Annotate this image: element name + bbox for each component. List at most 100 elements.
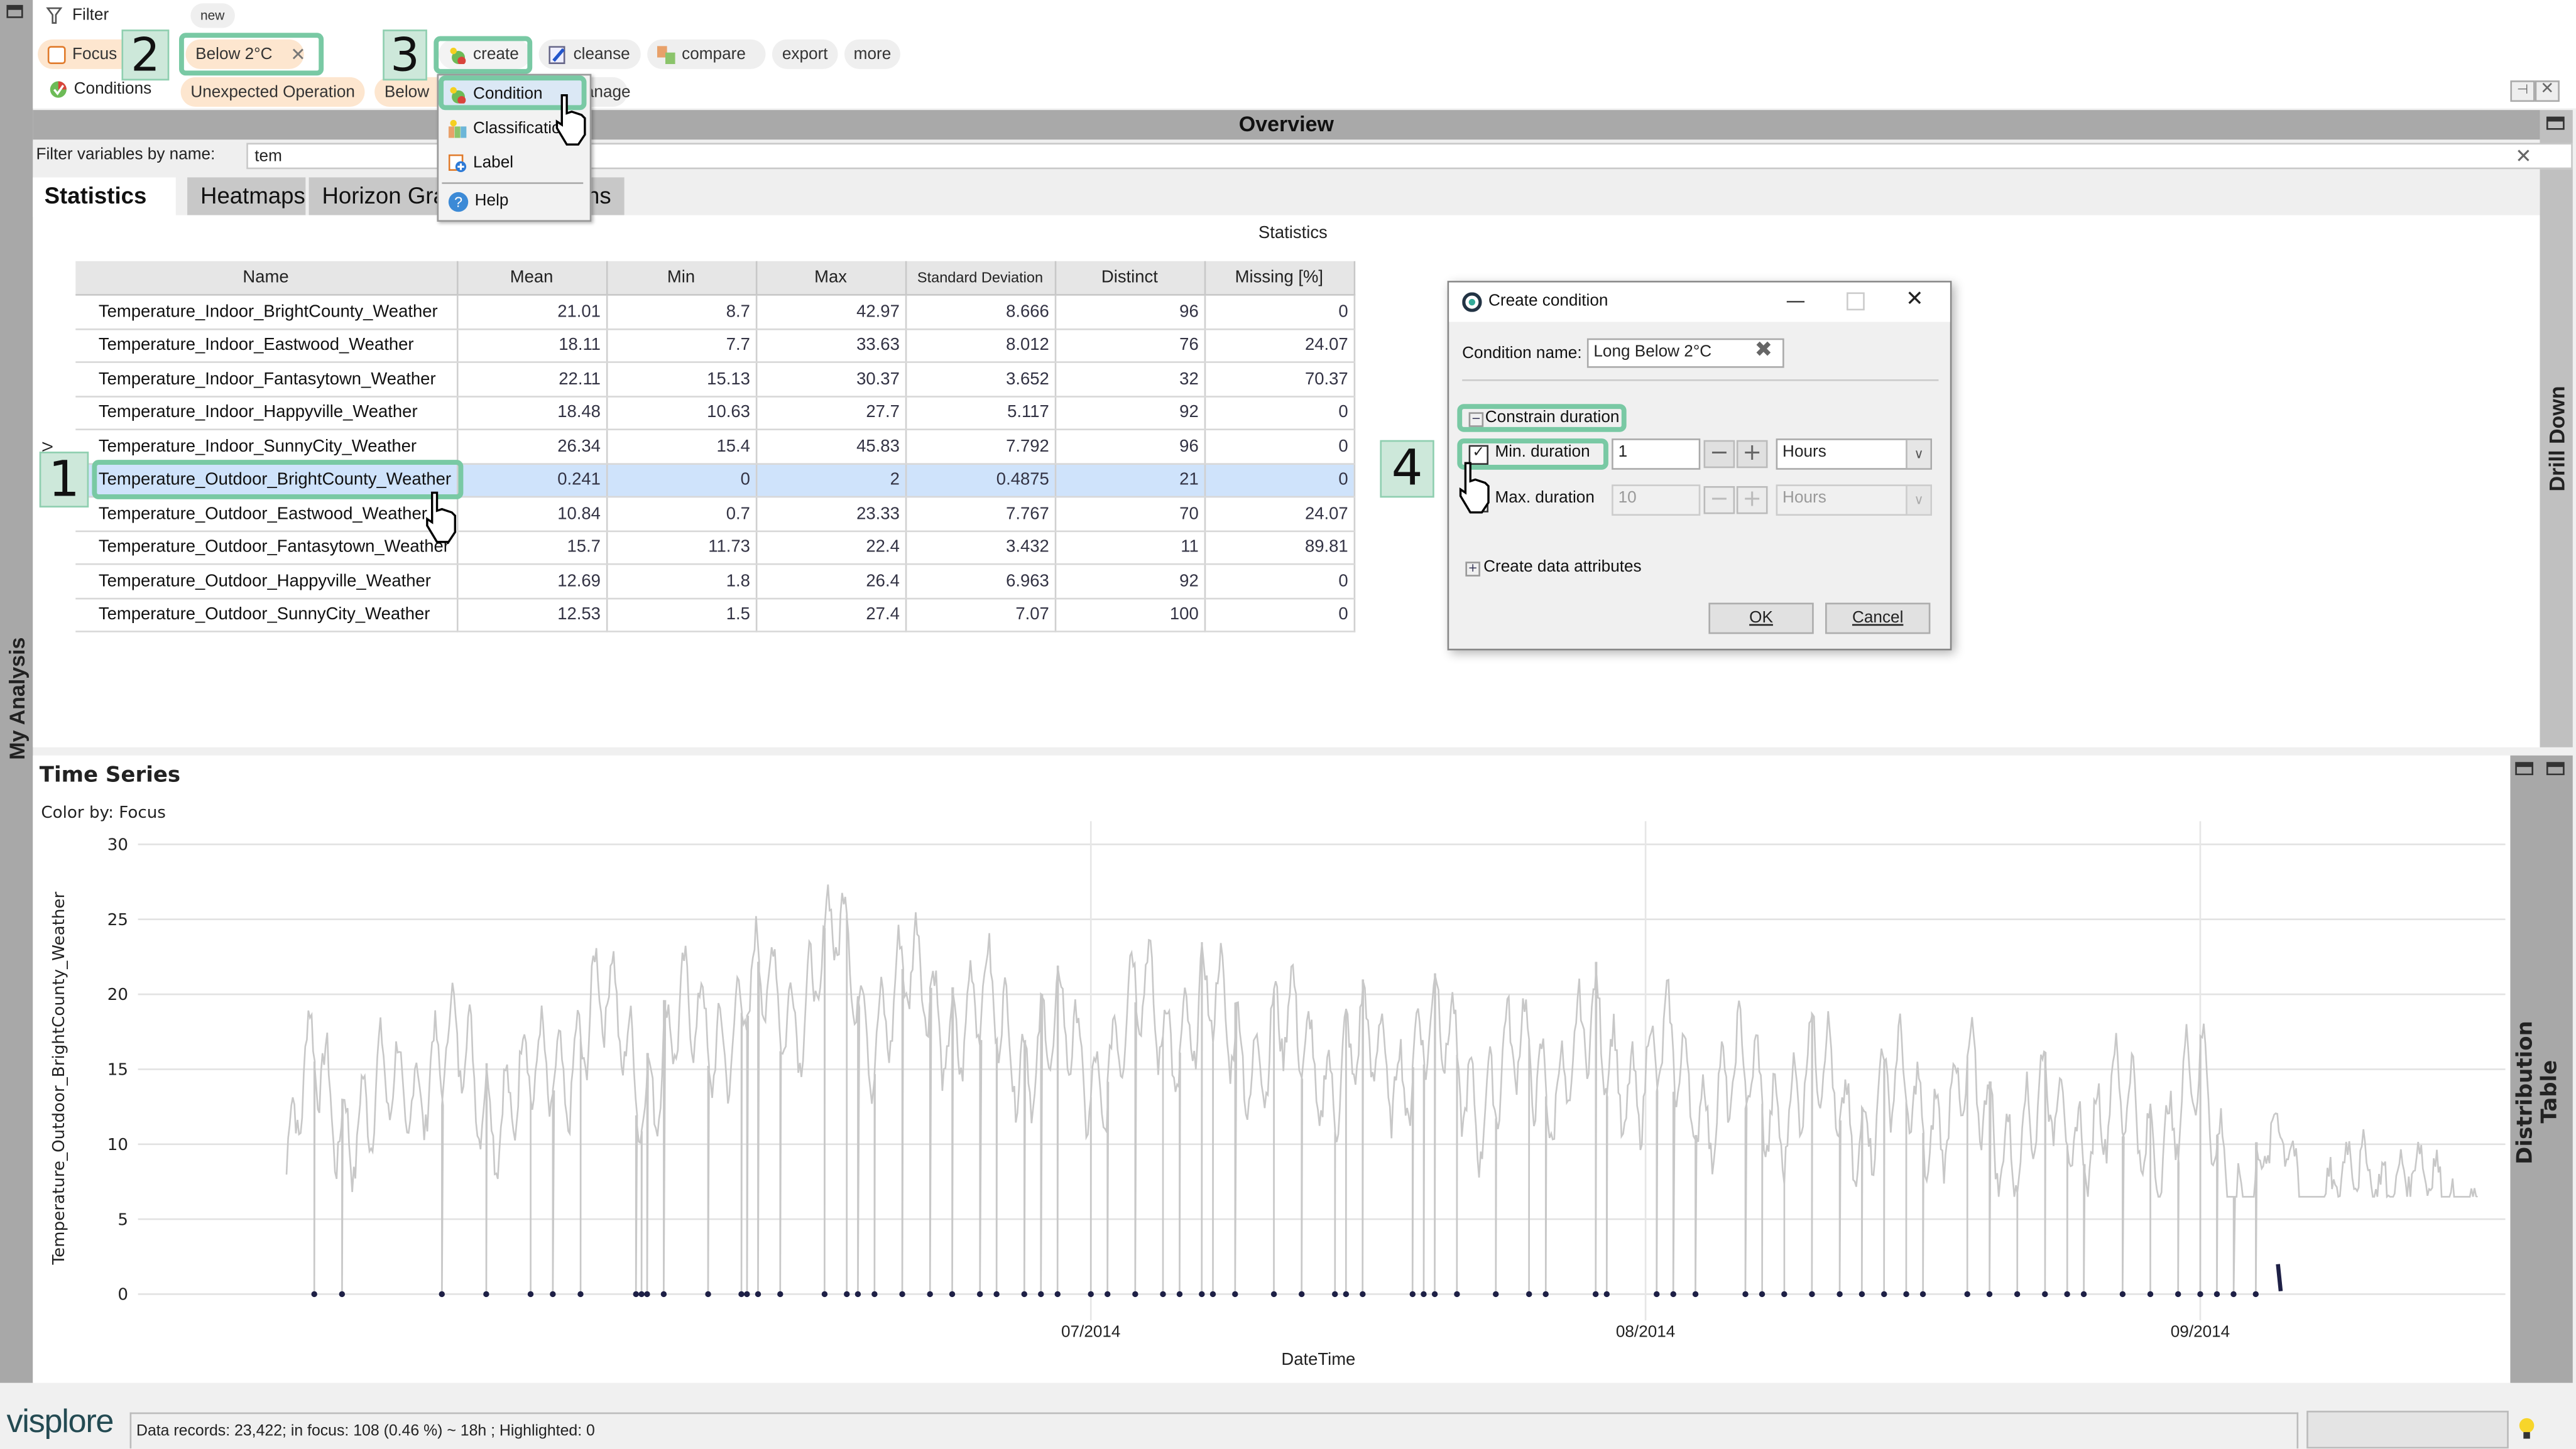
table-row[interactable]: Temperature_Outdoor_Fantasytown_Weather 1… bbox=[75, 530, 1355, 565]
variable-name-cell[interactable]: Temperature_Indoor_Happyville_Weather bbox=[75, 396, 458, 431]
maximize-icon[interactable] bbox=[2546, 116, 2565, 130]
conditions-header[interactable]: Conditions bbox=[49, 80, 151, 99]
tab-statistics[interactable]: Statistics bbox=[33, 177, 176, 215]
visplore-logo: visplore bbox=[6, 1404, 114, 1441]
table-row[interactable]: Temperature_Outdoor_BrightCounty_Weather… bbox=[75, 463, 1355, 498]
value-cell: 27.4 bbox=[756, 597, 907, 632]
min-increment-button[interactable]: + bbox=[1736, 440, 1768, 469]
constrain-duration-toggle[interactable]: Constrain duration bbox=[1485, 409, 1620, 427]
create-button[interactable]: create bbox=[439, 39, 531, 69]
focus-point bbox=[638, 1291, 645, 1298]
menu-item-classification[interactable]: Classificatio bbox=[442, 113, 583, 144]
pin-icon[interactable]: ⊣ bbox=[2510, 80, 2535, 102]
lightbulb-icon[interactable] bbox=[2518, 1418, 2535, 1441]
value-cell: 3.652 bbox=[905, 362, 1056, 397]
column-header[interactable]: Min bbox=[606, 261, 757, 296]
minimize-icon[interactable]: — bbox=[1786, 289, 1805, 312]
value-cell: 15.4 bbox=[606, 429, 757, 464]
chip-below-2c[interactable]: Below 2°C ✕ bbox=[185, 39, 305, 69]
my-analysis-tab[interactable]: My Analysis bbox=[5, 638, 30, 760]
min-unit-value: Hours bbox=[1782, 443, 1826, 462]
ok-button[interactable]: OK bbox=[1708, 602, 1814, 634]
clear-name-icon[interactable]: ✖ bbox=[1755, 339, 1773, 363]
maximize-icon[interactable] bbox=[2515, 762, 2534, 776]
column-header[interactable]: Name bbox=[75, 261, 458, 296]
max-duration-input[interactable]: 10 bbox=[1612, 484, 1701, 516]
condition-icon bbox=[449, 85, 467, 105]
focus-point bbox=[577, 1291, 584, 1298]
focus-point bbox=[871, 1291, 878, 1298]
dialog-close-icon[interactable]: ✕ bbox=[1906, 288, 1924, 312]
color-by-label[interactable]: Color by: Focus bbox=[41, 805, 166, 823]
max-unit-select[interactable]: Hours ∨ bbox=[1776, 484, 1933, 516]
distribution-table-tab[interactable]: Distribution Table bbox=[2514, 1018, 2570, 1166]
variable-name-cell[interactable]: Temperature_Indoor_Eastwood_Weather bbox=[75, 328, 458, 363]
max-decrement-button[interactable]: − bbox=[1703, 486, 1735, 514]
cleanse-button[interactable]: cleanse bbox=[538, 39, 641, 69]
table-row[interactable]: Temperature_Outdoor_Eastwood_Weather 10.8… bbox=[75, 496, 1355, 531]
column-header[interactable]: Distinct bbox=[1054, 261, 1206, 296]
value-cell: 7.767 bbox=[905, 496, 1056, 531]
maximize-window-icon[interactable] bbox=[1847, 292, 1865, 311]
variable-name-cell[interactable]: Temperature_Outdoor_SunnyCity_Weather bbox=[75, 597, 458, 632]
column-header[interactable]: Max bbox=[756, 261, 907, 296]
menu-item-condition[interactable]: Condition bbox=[442, 79, 584, 111]
min-duration-input[interactable]: 1 bbox=[1612, 438, 1701, 470]
focus-point bbox=[1021, 1291, 1027, 1298]
condition-chip-unexpected-operation[interactable]: Unexpected Operation bbox=[180, 77, 365, 107]
table-row[interactable]: Temperature_Outdoor_Happyville_Weather 12… bbox=[75, 564, 1355, 599]
clear-filter-icon[interactable]: ✕ bbox=[2515, 144, 2531, 168]
menu-item-label[interactable]: Label bbox=[442, 148, 583, 179]
value-cell: 8.7 bbox=[606, 295, 757, 330]
min-decrement-button[interactable]: − bbox=[1703, 440, 1735, 469]
drill-down-tab[interactable]: Drill Down bbox=[2545, 386, 2569, 491]
create-data-attributes-toggle[interactable]: Create data attributes bbox=[1483, 558, 1641, 577]
value-cell: 5.117 bbox=[905, 396, 1056, 431]
value-cell: 7.07 bbox=[905, 597, 1056, 632]
table-row[interactable]: Temperature_Indoor_SunnyCity_Weather 26.3… bbox=[75, 429, 1355, 464]
time-series-chart[interactable]: 05101520253007/201408/201409/201410/2014… bbox=[33, 821, 2510, 1382]
close-panel-icon[interactable]: ✕ bbox=[2535, 80, 2560, 102]
focus-point bbox=[1088, 1291, 1094, 1298]
expand-icon[interactable]: + bbox=[1465, 562, 1480, 577]
table-row[interactable]: Temperature_Indoor_BrightCounty_Weather 2… bbox=[75, 295, 1355, 330]
variable-filter-input[interactable]: tem bbox=[246, 143, 2573, 170]
min-duration-checkbox[interactable]: ✓ bbox=[1468, 445, 1489, 465]
cleanse-icon bbox=[548, 45, 567, 63]
focus-point bbox=[311, 1291, 317, 1298]
window-restore-icon[interactable] bbox=[6, 4, 23, 18]
max-duration-checkbox[interactable] bbox=[1468, 492, 1489, 513]
filter-header[interactable]: Filter bbox=[46, 6, 109, 24]
variable-name-cell[interactable]: Temperature_Outdoor_Eastwood_Weather bbox=[75, 496, 458, 531]
min-unit-select[interactable]: Hours ∨ bbox=[1776, 438, 1933, 470]
column-header[interactable]: Missing [%] bbox=[1204, 261, 1355, 296]
export-button[interactable]: export bbox=[772, 39, 838, 69]
compare-button[interactable]: compare bbox=[647, 39, 766, 69]
table-row[interactable]: Temperature_Indoor_Happyville_Weather 18.… bbox=[75, 396, 1355, 431]
column-header[interactable]: Mean bbox=[457, 261, 608, 296]
table-row[interactable]: Temperature_Indoor_Fantasytown_Weather 22… bbox=[75, 362, 1355, 397]
chip-close-icon[interactable]: ✕ bbox=[290, 43, 305, 65]
column-header[interactable]: Standard Deviation bbox=[905, 261, 1056, 296]
collapse-icon[interactable]: − bbox=[1468, 412, 1484, 427]
value-cell: 27.7 bbox=[756, 396, 907, 431]
focus-checkbox-icon bbox=[47, 45, 66, 63]
table-row[interactable]: Temperature_Indoor_Eastwood_Weather 18.11… bbox=[75, 328, 1355, 363]
variable-name-cell[interactable]: Temperature_Outdoor_Happyville_Weather bbox=[75, 564, 458, 599]
tab-heatmaps[interactable]: Heatmaps bbox=[187, 177, 306, 215]
table-row[interactable]: Temperature_Outdoor_SunnyCity_Weather 12.… bbox=[75, 597, 1355, 632]
focus-point bbox=[744, 1291, 750, 1298]
cancel-button[interactable]: Cancel bbox=[1825, 602, 1931, 634]
variable-name-cell[interactable]: Temperature_Outdoor_BrightCounty_Weather bbox=[75, 463, 458, 498]
variable-name-cell[interactable]: Temperature_Indoor_SunnyCity_Weather bbox=[75, 429, 458, 464]
variable-name-cell[interactable]: Temperature_Outdoor_Fantasytown_Weather bbox=[75, 530, 458, 565]
more-button[interactable]: more bbox=[844, 39, 900, 69]
new-filter-button[interactable]: new bbox=[190, 3, 235, 28]
variable-name-cell[interactable]: Temperature_Indoor_Fantasytown_Weather bbox=[75, 362, 458, 397]
maximize-icon[interactable] bbox=[2546, 762, 2565, 776]
focus-point bbox=[1781, 1291, 1787, 1298]
menu-item-help[interactable]: ? Help bbox=[442, 185, 583, 217]
max-increment-button[interactable]: + bbox=[1736, 486, 1768, 514]
variable-name-cell[interactable]: Temperature_Indoor_BrightCounty_Weather bbox=[75, 295, 458, 330]
focus-point bbox=[1360, 1291, 1366, 1298]
